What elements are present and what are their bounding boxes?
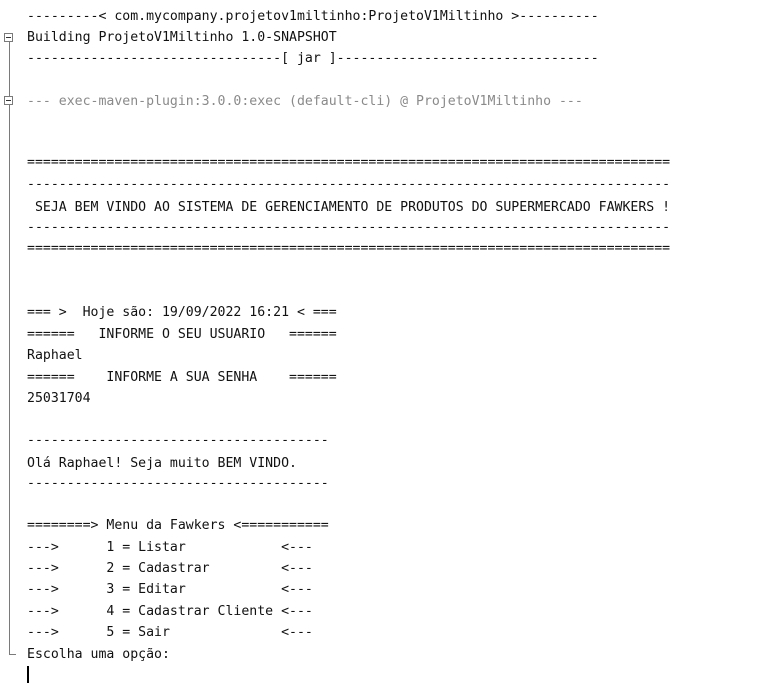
fold-guide-build bbox=[9, 42, 10, 96]
choose-prompt: Escolha uma opção: bbox=[27, 647, 170, 662]
fold-exec-icon[interactable] bbox=[4, 96, 13, 105]
password-value: 25031704 bbox=[27, 391, 91, 406]
user-prompt: ====== INFORME O SEU USUARIO ====== bbox=[27, 327, 337, 342]
fold-guide-exec bbox=[9, 105, 10, 655]
password-prompt: ====== INFORME A SUA SENHA ====== bbox=[27, 370, 337, 385]
banner-dash-top: ----------------------------------------… bbox=[27, 177, 671, 192]
banner-dash-bottom: ----------------------------------------… bbox=[27, 220, 671, 235]
menu-item: ---> 3 = Editar <--- bbox=[27, 582, 313, 597]
banner-equals-top: ========================================… bbox=[27, 155, 671, 170]
fold-guide-end bbox=[9, 654, 16, 655]
menu-title: ========> Menu da Fawkers <=========== bbox=[27, 518, 329, 533]
packaging-line: --------------------------------[ jar ]-… bbox=[27, 51, 599, 66]
menu-item: ---> 1 = Listar <--- bbox=[27, 540, 313, 555]
artifact-header: ---------< com.mycompany.projetov1miltin… bbox=[27, 9, 599, 24]
separator-top: -------------------------------------- bbox=[27, 433, 329, 448]
banner-equals-bottom: ========================================… bbox=[27, 241, 671, 256]
text-caret bbox=[27, 666, 29, 683]
user-value: Raphael bbox=[27, 348, 83, 363]
menu-item: ---> 5 = Sair <--- bbox=[27, 625, 313, 640]
greeting-line: Olá Raphael! Seja muito BEM VINDO. bbox=[27, 456, 297, 471]
exec-plugin-line: --- exec-maven-plugin:3.0.0:exec (defaul… bbox=[27, 94, 583, 109]
date-line: === > Hoje são: 19/09/2022 16:21 < === bbox=[27, 305, 337, 320]
banner-welcome: SEJA BEM VINDO AO SISTEMA DE GERENCIAMEN… bbox=[27, 200, 671, 215]
separator-bottom: -------------------------------------- bbox=[27, 476, 329, 491]
menu-item: ---> 2 = Cadastrar <--- bbox=[27, 561, 313, 576]
menu-item: ---> 4 = Cadastrar Cliente <--- bbox=[27, 604, 313, 619]
console-input[interactable] bbox=[27, 665, 767, 684]
output-console: ---------< com.mycompany.projetov1miltin… bbox=[0, 0, 773, 687]
building-line: Building ProjetoV1Miltinho 1.0-SNAPSHOT bbox=[27, 30, 337, 45]
fold-build-icon[interactable] bbox=[4, 33, 13, 42]
